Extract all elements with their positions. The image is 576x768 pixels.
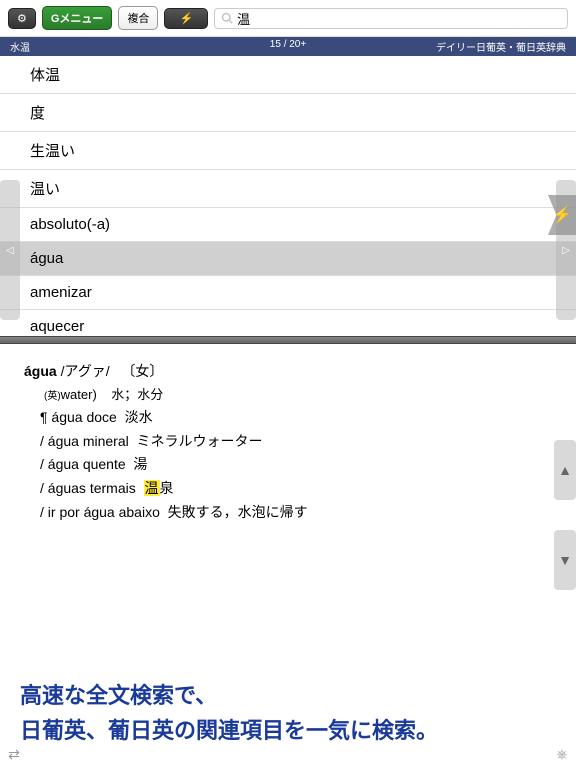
pronunciation: /アグァ/ bbox=[61, 363, 110, 379]
example: / águas termais 温泉 bbox=[24, 477, 552, 501]
search-wrap bbox=[214, 8, 568, 29]
list-item[interactable]: 体温 bbox=[0, 56, 576, 94]
chevron-left-icon: ◁ bbox=[6, 245, 14, 256]
triangle-down-icon: ▼ bbox=[558, 552, 572, 568]
detail-pane: água /アグァ/ 〔女〕 (英)water) 水；水分 ¶ água doc… bbox=[0, 344, 576, 541]
compound-button[interactable]: 複合 bbox=[118, 6, 158, 30]
search-input[interactable] bbox=[237, 11, 561, 26]
search-icon bbox=[221, 12, 233, 24]
example: / água quente 湯 bbox=[24, 453, 552, 477]
example: ¶ água doce 淡水 bbox=[24, 406, 552, 430]
toolbar: ⚙ Gメニュー 複合 ⚡ bbox=[0, 0, 576, 37]
english: water) bbox=[61, 387, 97, 402]
list-item[interactable]: 温い bbox=[0, 170, 576, 208]
prev-handle[interactable]: ◁ bbox=[0, 180, 20, 320]
g-menu-button[interactable]: Gメニュー bbox=[42, 6, 113, 30]
thunder-button[interactable]: ⚡ bbox=[164, 8, 208, 29]
scroll-up-button[interactable]: ▲ bbox=[554, 440, 576, 500]
status-bar: 水温 15 / 20+ デイリー日葡英・葡日英辞典 bbox=[0, 37, 576, 56]
english-tag: (英) bbox=[44, 391, 61, 402]
thunder-icon: ⚡ bbox=[179, 12, 193, 25]
list-item[interactable]: aquecer bbox=[0, 310, 576, 336]
promo-line: 高速な全文検索で、 bbox=[20, 678, 556, 713]
nav-wheel-icon[interactable]: ⎈ bbox=[552, 744, 572, 764]
highlight: 温 bbox=[144, 480, 160, 496]
settings-button[interactable]: ⚙ bbox=[8, 8, 36, 29]
results-list: 体温 度 生温い 温い absoluto(-a) água amenizar a… bbox=[0, 56, 576, 336]
example: / água mineral ミネラルウォーター bbox=[24, 430, 552, 454]
chevron-right-icon: ▷ bbox=[562, 245, 570, 256]
nav-swap-icon[interactable]: ⇄ bbox=[4, 744, 24, 764]
list-item[interactable]: 度 bbox=[0, 94, 576, 132]
gear-icon: ⚙ bbox=[17, 12, 27, 25]
status-left: 水温 bbox=[10, 39, 30, 54]
pane-divider[interactable] bbox=[0, 336, 576, 344]
bottom-icons: ⇄ ⎈ bbox=[4, 744, 572, 764]
triangle-up-icon: ▲ bbox=[558, 462, 572, 478]
gender: 〔女〕 bbox=[121, 363, 163, 379]
list-item[interactable]: amenizar bbox=[0, 276, 576, 310]
list-item-selected[interactable]: água bbox=[0, 242, 576, 276]
list-item[interactable]: 生温い bbox=[0, 132, 576, 170]
status-count: 15 / 20+ bbox=[270, 39, 306, 50]
status-source: デイリー日葡英・葡日英辞典 bbox=[436, 39, 566, 54]
promo-text: 高速な全文検索で、 日葡英、葡日英の関連項目を一気に検索。 bbox=[20, 678, 556, 748]
scroll-down-button[interactable]: ▼ bbox=[554, 530, 576, 590]
list-item[interactable]: absoluto(-a) bbox=[0, 208, 576, 242]
scroll-buttons: ▲ ▼ bbox=[554, 440, 576, 620]
headword: água bbox=[24, 363, 57, 379]
example: / ir por água abaixo 失敗する，水泡に帰す bbox=[24, 501, 552, 525]
promo-line: 日葡英、葡日英の関連項目を一気に検索。 bbox=[20, 713, 556, 748]
meaning: 水；水分 bbox=[111, 387, 163, 402]
